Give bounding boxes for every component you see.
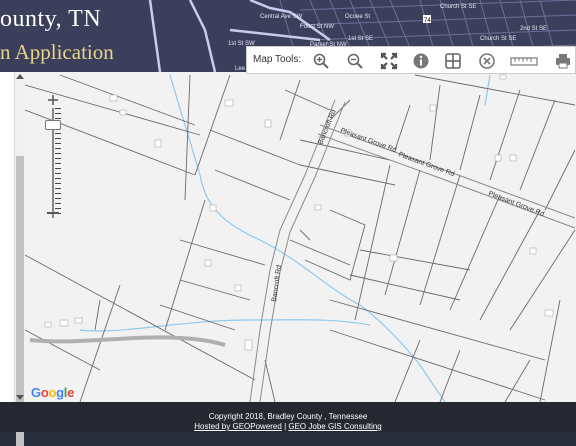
clear-button[interactable] — [477, 51, 497, 71]
google-letter: G — [31, 385, 41, 400]
zoom-in-button[interactable] — [311, 51, 331, 71]
zoom-in-icon — [313, 53, 329, 69]
svg-text:Foust St NW: Foust St NW — [300, 24, 334, 30]
svg-text:1st St SE: 1st St SE — [348, 36, 373, 42]
google-letter: o — [48, 385, 57, 400]
grid-button[interactable] — [443, 51, 463, 71]
svg-text:Church St SE: Church St SE — [480, 36, 516, 42]
parcel-lines — [25, 74, 576, 402]
identify-button[interactable] — [411, 51, 431, 71]
map-tools-label: Map Tools: — [253, 54, 302, 65]
print-button[interactable] — [553, 51, 573, 71]
zoom-minus-icon[interactable] — [47, 212, 59, 214]
svg-text:Ocoee St: Ocoee St — [345, 14, 370, 20]
svg-text:Church St SE: Church St SE — [440, 4, 476, 10]
map-tools-bar: Map Tools: — [246, 46, 576, 74]
grid-icon — [445, 53, 461, 69]
measure-icon — [510, 57, 538, 66]
parcel-map: Bancroft Rd Bancroft Rd Pleasant Grove R… — [25, 74, 576, 402]
zoom-plus-icon[interactable] — [47, 94, 59, 106]
measure-button[interactable] — [509, 51, 539, 71]
page-footer: Copyright 2018, Bradley County , Tenness… — [0, 402, 576, 432]
google-letter: e — [67, 385, 75, 400]
google-letter: g — [56, 385, 64, 400]
road-label-pleasant-grove-2: Pleasant Grove Rd — [397, 151, 455, 178]
svg-text:2nd St SE: 2nd St SE — [520, 26, 547, 32]
app-subtitle: n Application — [0, 40, 114, 64]
footer-copyright: Copyright 2018, Bradley County , Tenness… — [208, 412, 368, 421]
vertical-scrollbar[interactable] — [14, 72, 25, 446]
print-icon — [556, 54, 570, 69]
zoom-out-icon — [347, 53, 363, 69]
geopowered-link[interactable]: Hosted by GEOPowered — [194, 422, 282, 431]
road-label-bancroft-south: Bancroft Rd — [271, 265, 283, 303]
map-view[interactable]: Bancroft Rd Bancroft Rd Pleasant Grove R… — [25, 72, 576, 402]
info-icon — [413, 53, 429, 69]
full-extent-icon — [380, 52, 398, 70]
zoom-handle[interactable] — [45, 120, 61, 130]
scroll-up-icon[interactable] — [16, 74, 24, 79]
svg-text:74: 74 — [424, 18, 431, 24]
app-title: ounty, TN — [0, 6, 102, 32]
zoom-out-button[interactable] — [345, 51, 365, 71]
full-extent-button[interactable] — [379, 51, 399, 71]
driveway — [29, 335, 226, 347]
zoom-slider[interactable] — [43, 94, 63, 224]
google-logo[interactable]: Google — [31, 385, 74, 400]
clear-icon — [479, 53, 495, 69]
scroll-down-icon[interactable] — [16, 395, 24, 400]
left-panel-edge — [0, 72, 14, 402]
geojobe-link[interactable]: GEO Jobe GIS Consulting — [288, 422, 381, 431]
road-label-pleasant-grove-1: Pleasant Grove Rd — [339, 127, 397, 154]
svg-text:Central Ave SW: Central Ave SW — [260, 14, 303, 20]
footer-links: Hosted by GEOPowered | GEO Jobe GIS Cons… — [0, 422, 576, 432]
